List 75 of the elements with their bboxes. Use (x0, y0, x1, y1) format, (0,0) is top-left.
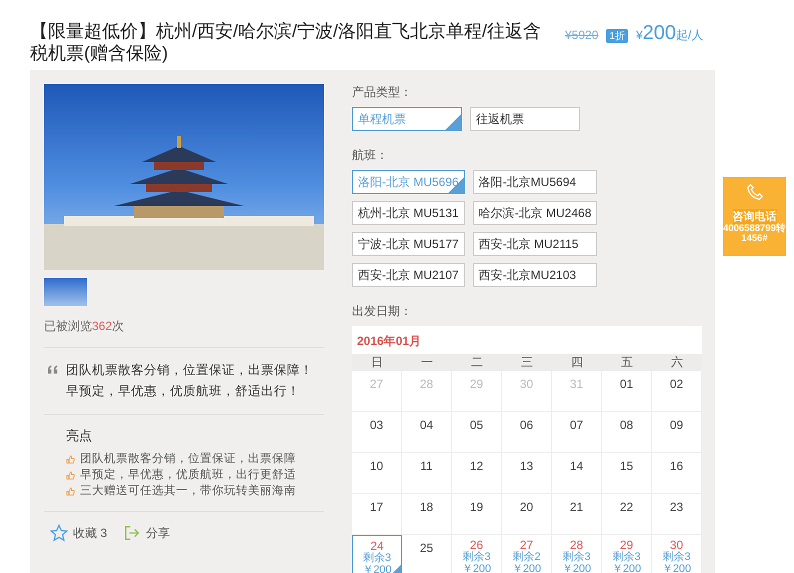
flight-option[interactable]: 西安-北京 MU2107 (352, 263, 465, 287)
flight-label: 航班： (352, 147, 389, 164)
calendar-day: 28 (402, 371, 452, 412)
calendar-day[interactable]: 30 剩余3 ￥200 (652, 535, 702, 573)
thumbs-up-icon (66, 470, 75, 480)
calendar-day: 03 (352, 412, 402, 453)
calendar-day: 11 (402, 453, 452, 494)
calendar-day: 13 (502, 453, 552, 494)
calendar-day: 19 (452, 494, 502, 535)
original-price: ¥5920 (565, 28, 598, 42)
hotline-label: 咨询电话 (732, 209, 776, 224)
calendar-day[interactable]: 24 剩余3 ￥200 (352, 535, 402, 573)
calendar-day: 23 (652, 494, 702, 535)
weekday-label: 二 (470, 354, 484, 371)
calendar-day[interactable]: 27 剩余2 ￥200 (502, 535, 552, 573)
flight-option[interactable]: 洛阳-北京MU5694 (472, 170, 598, 194)
departure-date-label: 出发日期： (352, 303, 413, 320)
thumbs-up-icon (66, 486, 75, 496)
product-title: 【限量超低价】杭州/西安/哈尔滨/宁波/洛阳直飞北京单程/往返含税机票(赠含保险) (30, 20, 542, 65)
calendar-day: 18 (402, 494, 452, 535)
favorite-button[interactable]: 收藏 3 (50, 524, 108, 542)
share-arrow-icon (123, 524, 142, 542)
highlight-text: 三大赠送可任选其一，带你玩转美丽海南 (80, 483, 296, 499)
hotline-number: 4006588799转1456# (723, 224, 786, 244)
calendar-day: 16 (652, 453, 702, 494)
calendar-day: 30 (502, 371, 552, 412)
share-button[interactable]: 分享 (123, 524, 170, 542)
product-type-label: 产品类型： (352, 84, 413, 101)
highlights-heading: 亮点 (66, 427, 93, 445)
flight-option[interactable]: 哈尔滨-北京 MU2468 (472, 201, 598, 225)
calendar-day: 12 (452, 453, 502, 494)
flight-option[interactable]: 宁波-北京 MU5177 (352, 232, 465, 256)
calendar-day: 29 (452, 371, 502, 412)
calendar-day: 31 (552, 371, 602, 412)
calendar-day[interactable]: 26 剩余3 ￥200 (452, 535, 502, 573)
calendar-day: 20 (502, 494, 552, 535)
calendar-day: 15 (602, 453, 652, 494)
highlight-text: 早预定，早优惠，优质航班，出行更舒适 (80, 467, 296, 483)
star-icon (50, 524, 68, 542)
calendar-day: 25 (402, 535, 452, 573)
calendar-day: 08 (602, 412, 652, 453)
calendar-day[interactable]: 29 剩余3 ￥200 (602, 535, 652, 573)
calendar-day: 07 (552, 412, 602, 453)
calendar-day: 05 (452, 412, 502, 453)
ticket-type-option[interactable]: 往返机票 (470, 107, 580, 131)
calendar-day: 01 (602, 371, 652, 412)
calendar-day: 06 (502, 412, 552, 453)
calendar-day: 22 (602, 494, 652, 535)
calendar-day: 04 (402, 412, 452, 453)
calendar-month: 2016年01月 (356, 333, 422, 350)
quote-text: 团队机票散客分销，位置保证，出票保障！早预定，早优惠，优质航班，舒适出行！ (66, 362, 314, 400)
calendar-day: 09 (652, 412, 702, 453)
view-count: 已被浏览362次 (44, 318, 126, 335)
flight-option[interactable]: 西安-北京MU2103 (472, 263, 598, 287)
calendar-day: 14 (552, 453, 602, 494)
flight-option[interactable]: 西安-北京 MU2115 (472, 232, 598, 256)
weekday-label: 四 (570, 354, 584, 371)
weekday-label: 一 (420, 354, 434, 371)
calendar-day: 27 (352, 371, 402, 412)
weekday-label: 日 (370, 354, 384, 371)
weekday-label: 五 (620, 354, 634, 371)
calendar-day: 21 (552, 494, 602, 535)
calendar-day[interactable]: 28 剩余3 ￥200 (552, 535, 602, 573)
photo-thumbnail[interactable] (44, 278, 87, 306)
current-price: ¥200起/人 (636, 22, 704, 45)
calendar-day: 02 (652, 371, 702, 412)
discount-badge: 1折 (606, 29, 628, 43)
weekday-label: 三 (520, 354, 534, 371)
flight-option[interactable]: 杭州-北京 MU5131 (352, 201, 465, 225)
weekday-label: 六 (670, 354, 684, 371)
calendar-day: 10 (352, 453, 402, 494)
quote-icon (48, 365, 58, 374)
highlight-text: 团队机票散客分销，位置保证，出票保障 (80, 451, 296, 467)
thumbs-up-icon (66, 454, 75, 464)
phone-icon (746, 183, 764, 201)
